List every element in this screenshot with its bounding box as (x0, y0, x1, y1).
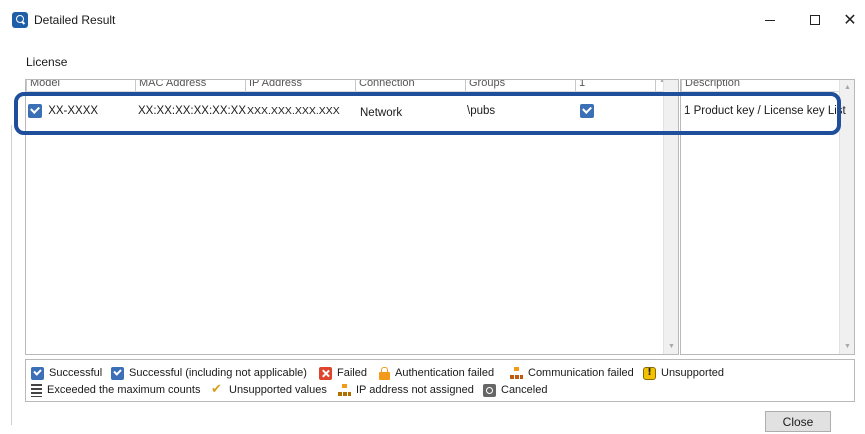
maximize-button[interactable] (795, 6, 835, 34)
close-window-button[interactable]: ✕ (830, 6, 865, 34)
legend-label: Authentication failed (395, 367, 495, 379)
column-header-ip[interactable]: IP Address (245, 80, 355, 91)
legend-label: Unsupported values (229, 384, 327, 396)
column-header-connection[interactable]: Connection (355, 80, 465, 91)
app-search-icon (12, 12, 28, 28)
column-header-mac[interactable]: MAC Address (135, 80, 245, 91)
scroll-down-icon[interactable]: ▼ (840, 339, 854, 354)
legend-item: Failed (319, 365, 367, 381)
legend-label: Failed (337, 367, 367, 379)
legend-label: Successful (including not applicable) (129, 367, 307, 379)
legend-item: Exceeded the maximum counts (31, 382, 200, 398)
description-header: Description (681, 80, 841, 92)
legend-label: Communication failed (528, 367, 634, 379)
legend-label: Exceeded the maximum counts (47, 384, 201, 396)
legend-label: Successful (49, 367, 103, 379)
column-header-groups[interactable]: Groups (465, 80, 575, 91)
status-legend: Successful Successful (including not app… (25, 359, 855, 402)
close-button[interactable]: Close (765, 411, 831, 432)
scroll-up-icon[interactable]: ▲ (840, 80, 854, 95)
minimize-button[interactable] (750, 6, 790, 34)
legend-label: IP address not assigned (356, 384, 474, 396)
table-header: Model MAC Address IP Address Connection … (26, 80, 666, 92)
warning-icon (643, 366, 656, 380)
list-icon (31, 383, 42, 397)
legend-item: Unsupported values (211, 382, 327, 398)
legend-item: IP address not assigned (338, 382, 474, 398)
successful-na-icon (111, 366, 124, 380)
legend-item: Authentication failed (379, 365, 494, 381)
divider (11, 125, 12, 425)
legend-item: Successful (including not applicable) (111, 365, 307, 381)
cancel-icon (483, 383, 496, 397)
scroll-down-icon[interactable]: ▼ (664, 339, 678, 354)
column-header-model[interactable]: Model (26, 80, 135, 91)
section-label: License (26, 55, 68, 69)
network-alert-icon (338, 383, 351, 397)
failed-icon (319, 366, 332, 380)
legend-item: Communication failed (510, 365, 634, 381)
legend-item: Unsupported (643, 365, 724, 381)
minimize-icon (765, 19, 775, 21)
column-header-description[interactable]: Description (681, 80, 839, 91)
legend-label: Unsupported (661, 367, 724, 379)
legend-item: Canceled (483, 382, 547, 398)
row-highlight-outline (14, 92, 841, 135)
tick-icon (211, 382, 224, 397)
column-header-1[interactable]: 1 (575, 80, 655, 91)
lock-icon (379, 366, 390, 380)
title-bar: Detailed Result ✕ (0, 0, 865, 40)
network-icon (510, 366, 523, 380)
window-title: Detailed Result (34, 13, 116, 27)
legend-item: Successful (31, 365, 102, 381)
maximize-icon (810, 15, 820, 25)
successful-icon (31, 366, 44, 380)
legend-label: Canceled (501, 384, 548, 396)
